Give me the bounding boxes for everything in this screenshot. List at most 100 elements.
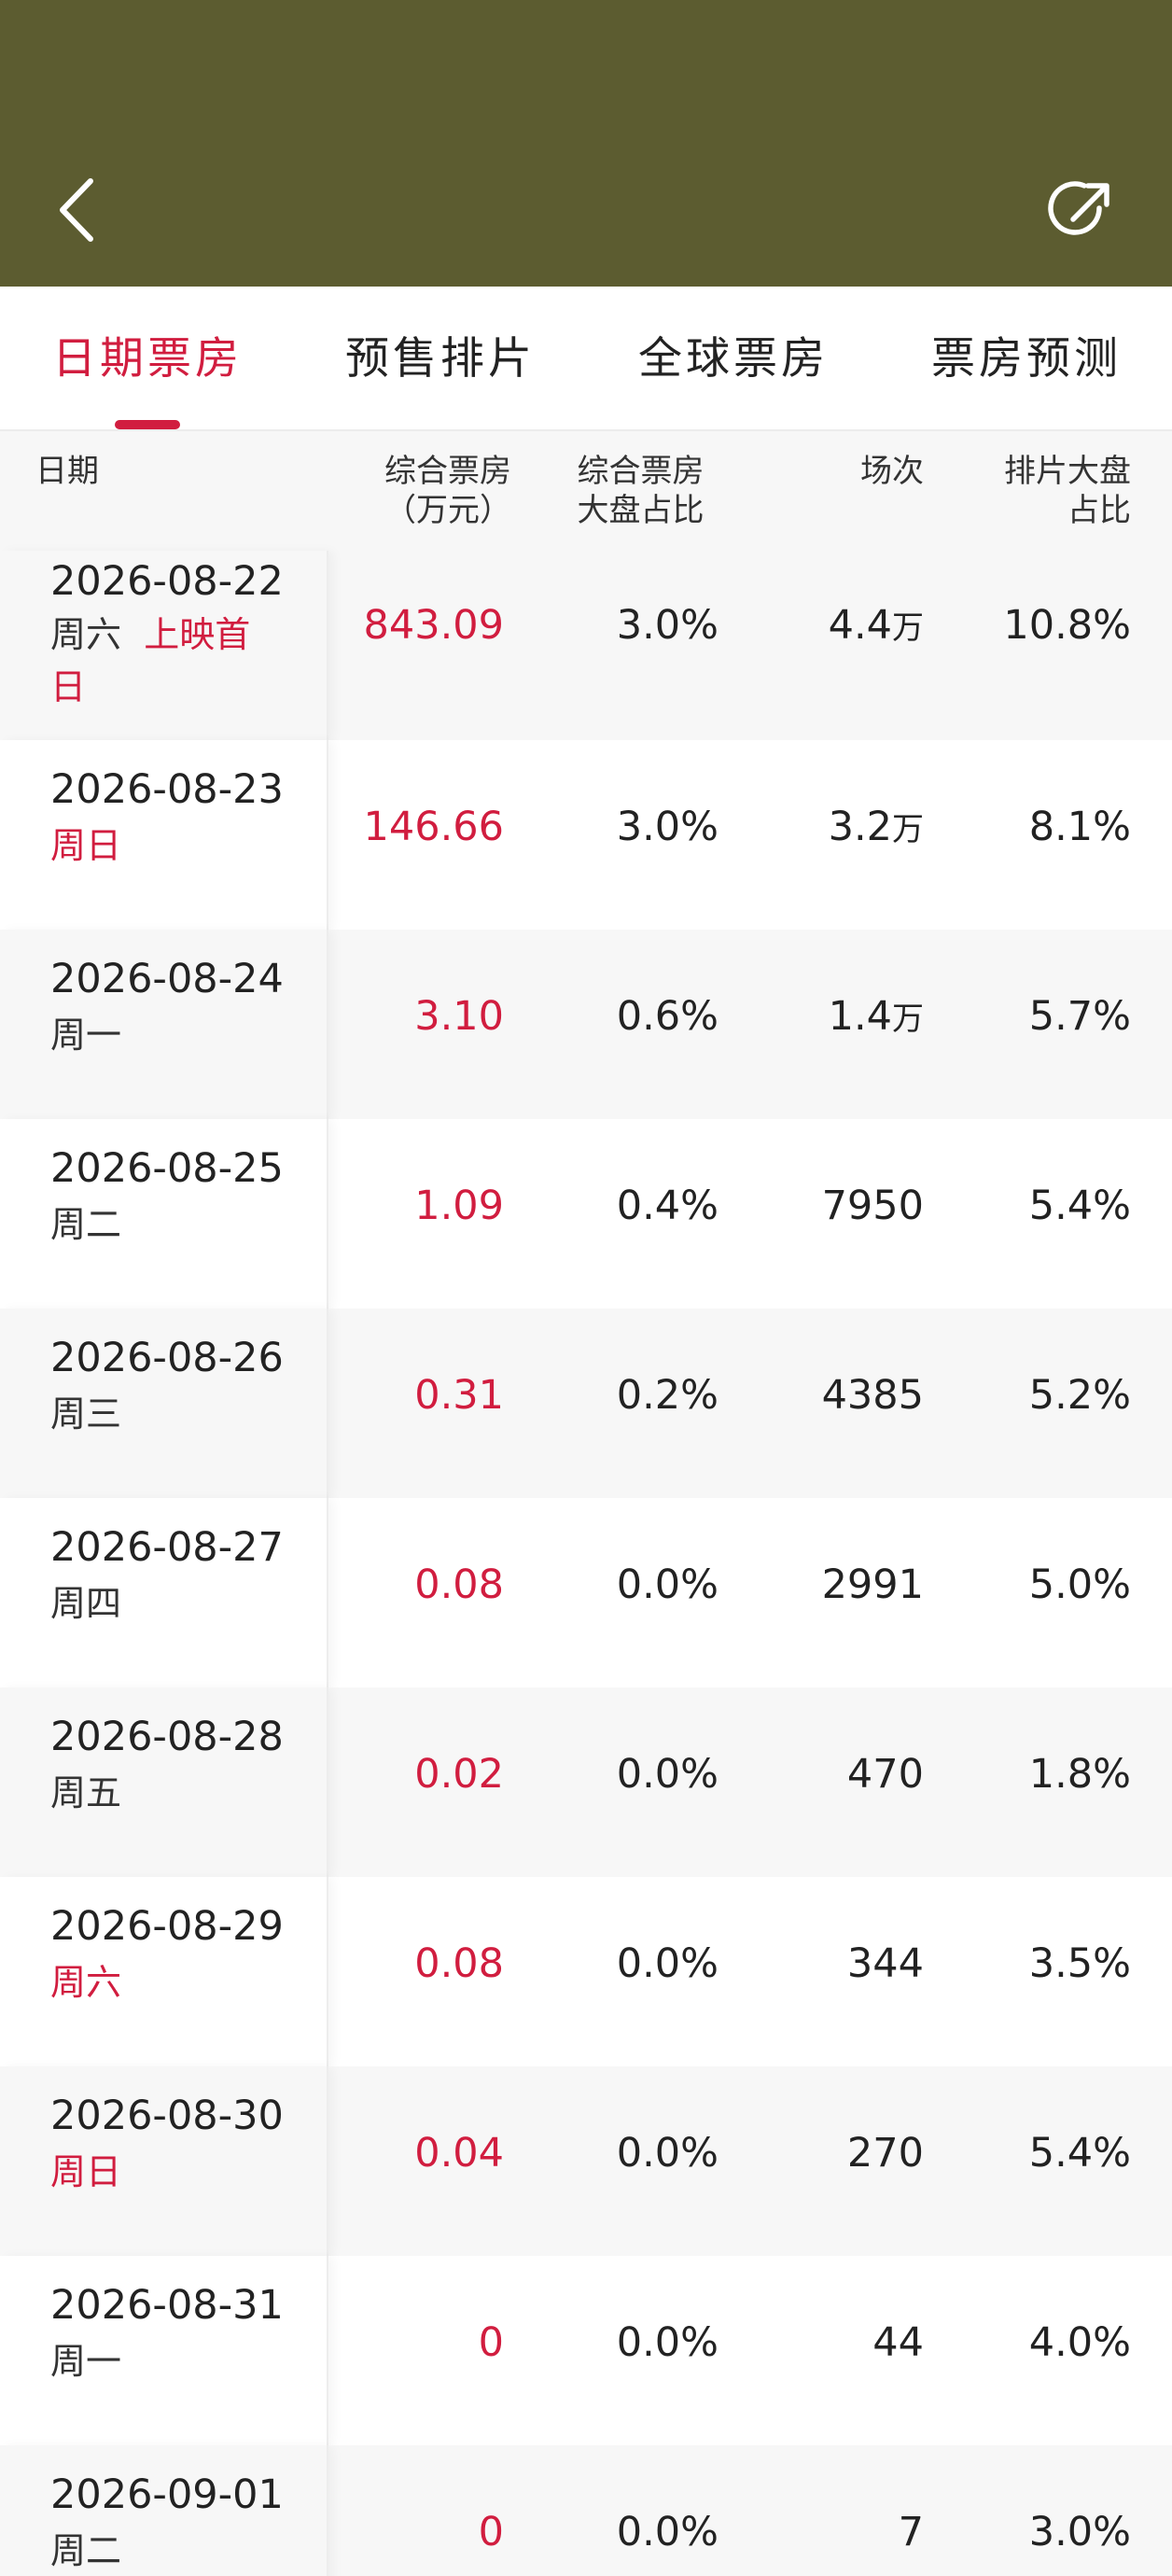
date: 2026-08-22 (50, 558, 284, 605)
tab-date-box-office[interactable]: 日期票房 (52, 331, 243, 387)
box-office-value: 0 (478, 2319, 504, 2366)
box-office-share-value: 0.0% (616, 1751, 719, 1798)
schedule-share-value: 3.5% (1028, 1940, 1131, 1987)
schedule-share-value: 5.0% (1028, 1561, 1131, 1608)
box-office-value: 0.04 (414, 2130, 504, 2177)
header-shows: 场次 (860, 453, 924, 490)
table-row[interactable]: 2026-08-28 周五 0.02 0.0% 470 1.8% (0, 1687, 1172, 1877)
shows-unit: 万 (892, 609, 924, 647)
table-row[interactable]: 2026-09-01 周二 0 0.0% 7 3.0% (0, 2445, 1172, 2576)
table-header: 日期 综合票房 （万元） 综合票房 大盘占比 场次 排片大盘 占比 (0, 431, 1172, 551)
chevron-left-icon (60, 178, 93, 242)
date-cell: 2026-08-27 周四 (0, 1498, 328, 1687)
shows-value: 7 (898, 2509, 924, 2555)
box-office-share-value: 3.0% (616, 804, 719, 850)
date-cell: 2026-08-24 周一 (0, 930, 328, 1119)
table-row[interactable]: 2026-08-26 周三 0.31 0.2% 4385 5.2% (0, 1309, 1172, 1498)
shows-value: 470 (846, 1751, 924, 1798)
tab-presale-schedule[interactable]: 预售排片 (345, 331, 536, 387)
box-office-share-value: 0.0% (616, 1561, 719, 1608)
box-office-value: 0.08 (414, 1561, 504, 1608)
tab-global-box-office[interactable]: 全球票房 (638, 331, 829, 387)
box-office-share-value: 0.0% (616, 2130, 719, 2177)
weekday: 周一 (50, 2341, 122, 2382)
weekday: 周一 (50, 1015, 122, 1056)
schedule-share-value: 3.0% (1028, 2509, 1131, 2555)
date-cell: 2026-08-25 周二 (0, 1119, 328, 1309)
date-cell: 2026-08-28 周五 (0, 1687, 328, 1877)
date: 2026-08-24 (50, 956, 284, 1002)
box-office-value: 0.08 (414, 1940, 504, 1987)
weekday: 周二 (50, 2530, 122, 2571)
header-date: 日期 (35, 453, 99, 490)
box-office-value: 146.66 (363, 804, 504, 850)
schedule-share-value: 5.2% (1028, 1372, 1131, 1419)
date-cell: 2026-08-31 周一 (0, 2256, 328, 2445)
date: 2026-08-23 (50, 766, 284, 813)
box-office-table[interactable]: 日期 综合票房 （万元） 综合票房 大盘占比 场次 排片大盘 占比 2026-0… (0, 431, 1172, 2576)
table-row[interactable]: 2026-08-24 周一 3.10 0.6% 1.4万 5.7% (0, 930, 1172, 1119)
header-box-office-share: 综合票房 大盘占比 (577, 453, 705, 529)
share-button[interactable] (1045, 173, 1120, 247)
header-box-office: 综合票房 （万元） (384, 453, 511, 529)
table-row[interactable]: 2026-08-31 周一 0 0.0% 44 4.0% (0, 2256, 1172, 2445)
tab-box-office-forecast[interactable]: 票房预测 (931, 331, 1122, 387)
date: 2026-08-25 (50, 1145, 284, 1192)
box-office-value: 1.09 (414, 1183, 504, 1229)
box-office-value: 843.09 (363, 602, 504, 649)
date: 2026-08-31 (50, 2282, 284, 2329)
weekday: 周三 (50, 1393, 122, 1435)
date-cell: 2026-08-22 周六 上映首日 (0, 551, 328, 740)
box-office-share-value: 0.0% (616, 2509, 719, 2555)
date-cell: 2026-08-29 周六 (0, 1877, 328, 2066)
box-office-value: 0.02 (414, 1751, 504, 1798)
box-office-value: 0 (478, 2509, 504, 2555)
table-row[interactable]: 2026-08-30 周日 0.04 0.0% 270 5.4% (0, 2066, 1172, 2256)
weekday: 周六 上映首日 (50, 614, 251, 707)
box-office-share-value: 3.0% (616, 602, 719, 649)
weekday: 周六 (50, 1962, 122, 2003)
shows-unit: 万 (892, 1001, 924, 1038)
schedule-share-value: 5.4% (1028, 2130, 1131, 2177)
weekday: 周日 (50, 2151, 122, 2192)
shows-value: 4385 (821, 1372, 924, 1419)
box-office-share-value: 0.6% (616, 993, 719, 1040)
shows-value: 270 (846, 2130, 924, 2177)
shows-value: 44 (872, 2319, 924, 2366)
box-office-share-value: 0.2% (616, 1372, 719, 1419)
date-cell: 2026-08-30 周日 (0, 2066, 328, 2256)
table-row[interactable]: 2026-08-27 周四 0.08 0.0% 2991 5.0% (0, 1498, 1172, 1687)
shows-value: 2991 (821, 1561, 924, 1608)
table-row[interactable]: 2026-08-25 周二 1.09 0.4% 7950 5.4% (0, 1119, 1172, 1309)
shows-unit: 万 (892, 811, 924, 848)
date: 2026-08-30 (50, 2093, 284, 2139)
table-row[interactable]: 2026-08-22 周六 上映首日 843.09 3.0% 4.4万 10.8% (0, 551, 1172, 740)
schedule-share-value: 5.7% (1028, 993, 1131, 1040)
box-office-value: 0.31 (414, 1372, 504, 1419)
shows-value: 344 (846, 1940, 924, 1987)
date: 2026-08-29 (50, 1903, 284, 1950)
shows-value: 1.4万 (828, 993, 924, 1040)
weekday: 周四 (50, 1583, 122, 1624)
date: 2026-08-26 (50, 1335, 284, 1381)
box-office-value: 3.10 (414, 993, 504, 1040)
table-row[interactable]: 2026-08-29 周六 0.08 0.0% 344 3.5% (0, 1877, 1172, 2066)
schedule-share-value: 10.8% (1003, 602, 1131, 649)
date-cell: 2026-08-23 周日 (0, 740, 328, 930)
schedule-share-value: 1.8% (1028, 1751, 1131, 1798)
weekday: 周日 (50, 825, 122, 866)
back-button[interactable] (51, 168, 107, 252)
shows-value: 3.2万 (828, 804, 924, 850)
shows-value: 4.4万 (828, 602, 924, 649)
weekday: 周二 (50, 1204, 122, 1245)
tab-bar: 日期票房 预售排片 全球票房 票房预测 (0, 287, 1172, 431)
date: 2026-08-28 (50, 1714, 284, 1760)
table-row[interactable]: 2026-08-23 周日 146.66 3.0% 3.2万 8.1% (0, 740, 1172, 930)
date: 2026-08-27 (50, 1524, 284, 1571)
schedule-share-value: 8.1% (1028, 804, 1131, 850)
top-bar (0, 0, 1172, 287)
date-cell: 2026-09-01 周二 (0, 2445, 328, 2576)
date-cell: 2026-08-26 周三 (0, 1309, 328, 1498)
schedule-share-value: 4.0% (1028, 2319, 1131, 2366)
box-office-share-value: 0.0% (616, 1940, 719, 1987)
